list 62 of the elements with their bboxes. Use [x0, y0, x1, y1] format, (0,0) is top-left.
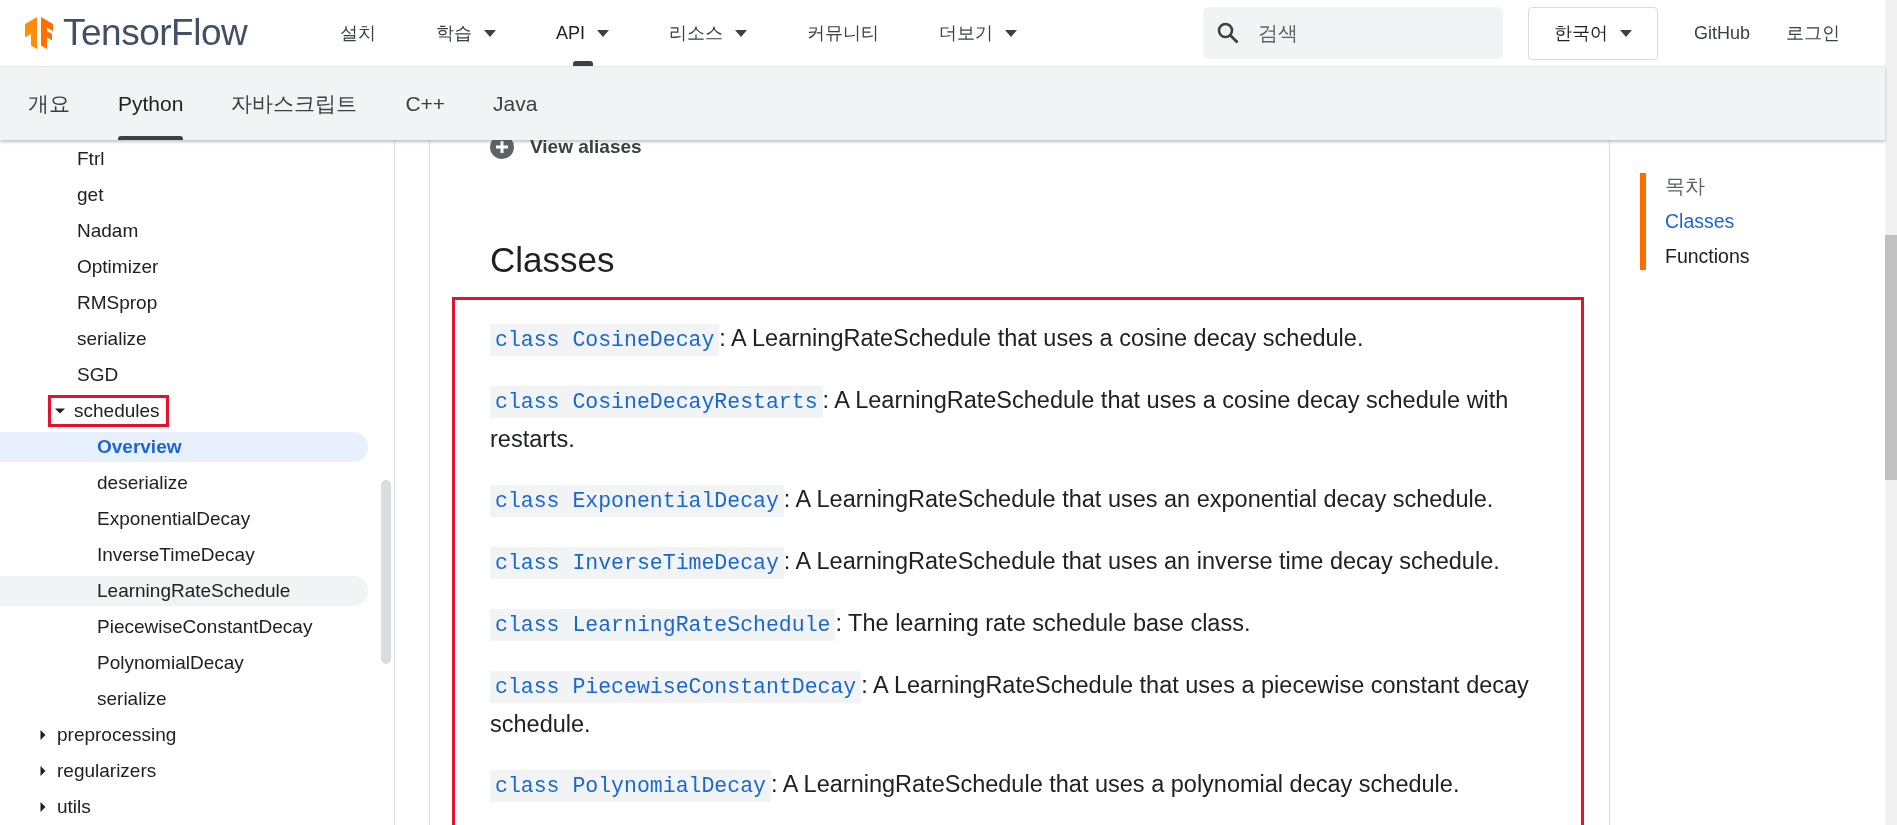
class-link[interactable]: class PiecewiseConstantDecay: [490, 671, 862, 703]
collapse-triangle-icon: [38, 730, 48, 740]
nav-folder[interactable]: utils: [0, 792, 368, 822]
nav-link[interactable]: serialize: [0, 324, 368, 354]
language-tab[interactable]: C++: [405, 67, 446, 140]
language-tab[interactable]: Java: [493, 67, 538, 140]
nav-link[interactable]: serialize: [0, 684, 368, 714]
brand-name[interactable]: TensorFlow: [63, 12, 248, 54]
nav-link[interactable]: Nadam: [0, 216, 368, 246]
language-select[interactable]: 한국어: [1527, 6, 1658, 60]
search-icon: [1216, 22, 1239, 44]
class-link[interactable]: class CosineDecayRestarts: [490, 386, 823, 418]
nav-menu-item[interactable]: 커뮤니티: [807, 0, 879, 66]
header-link[interactable]: 로그인: [1786, 21, 1840, 45]
class-link[interactable]: class PolynomialDecay: [490, 770, 771, 802]
nav-menu-item[interactable]: 학습: [436, 0, 496, 66]
class-link[interactable]: class InverseTimeDecay: [490, 547, 784, 579]
toc-title: 목차: [1665, 175, 1706, 197]
nav-folder[interactable]: preprocessing: [0, 720, 368, 750]
language-tab[interactable]: 개요: [28, 67, 70, 140]
expand-triangle-icon: [55, 406, 65, 416]
nav-link[interactable]: Optimizer: [0, 252, 368, 282]
class-description: class PolynomialDecay : A LearningRateSchedule that uses a polynomial decay schedule.: [490, 766, 1546, 805]
nav-folder[interactable]: regularizers: [0, 756, 368, 786]
nav-menu-item[interactable]: 리소스: [669, 0, 747, 66]
class-description: class CosineDecayRestarts : A LearningRateSchedule that uses a cosine decay schedule with restarts.: [490, 385, 1510, 454]
language-tab[interactable]: 자바스크립트: [231, 67, 358, 140]
nav-link[interactable]: ExponentialDecay: [0, 504, 368, 534]
nav-link[interactable]: Ftrl: [0, 144, 368, 174]
class-description: class ExponentialDecay : A LearningRateSchedule that uses an exponential decay schedule.: [490, 481, 1546, 520]
caret-icon: [1619, 29, 1632, 37]
nav-menu-item[interactable]: API: [556, 0, 609, 66]
class-description: class CosineDecay : A LearningRateSchedule that uses a cosine decay schedule.: [490, 320, 1546, 359]
language-tab[interactable]: Python: [118, 67, 184, 140]
nav-folder[interactable]: schedules: [0, 396, 368, 426]
nav-link[interactable]: PolynomialDecay: [0, 648, 368, 678]
search-field[interactable]: 검색: [1202, 7, 1503, 59]
class-description: class LearningRateSchedule : The learning rate schedule base class.: [490, 605, 1546, 644]
header-link[interactable]: GitHub: [1693, 22, 1750, 44]
class-link[interactable]: class CosineDecay: [490, 324, 720, 356]
logo-icon[interactable]: [25, 17, 53, 49]
nav-link[interactable]: PiecewiseConstantDecay: [0, 612, 368, 642]
class-link[interactable]: class ExponentialDecay: [490, 485, 784, 517]
view-aliases-toggle[interactable]: View aliases: [530, 140, 642, 158]
nav-link[interactable]: SGD: [0, 360, 368, 390]
class-link[interactable]: class LearningRateSchedule: [490, 609, 836, 641]
collapse-triangle-icon: [38, 802, 48, 812]
nav-link[interactable]: LearningRateSchedule: [0, 576, 368, 606]
toc-link[interactable]: Classes: [1665, 211, 1735, 232]
toc-link[interactable]: Functions: [1665, 246, 1750, 267]
class-description: class PiecewiseConstantDecay : A LearningRateSchedule that uses a piecewise constant decay schedule.: [490, 670, 1530, 739]
nav-link[interactable]: InverseTimeDecay: [0, 540, 368, 570]
nav-link[interactable]: get: [0, 180, 368, 210]
nav-menu-item[interactable]: 설치: [340, 0, 376, 66]
nav-link[interactable]: deserialize: [0, 468, 368, 498]
collapse-triangle-icon: [38, 766, 48, 776]
nav-link[interactable]: Overview: [0, 432, 368, 462]
nav-link[interactable]: RMSprop: [0, 288, 368, 318]
sidebar-scrollbar[interactable]: [381, 480, 391, 664]
class-description: class InverseTimeDecay : A LearningRateSchedule that uses an inverse time decay schedule.: [490, 543, 1546, 582]
section-heading: Classes: [490, 240, 616, 280]
nav-menu-item[interactable]: 더보기: [939, 0, 1017, 66]
